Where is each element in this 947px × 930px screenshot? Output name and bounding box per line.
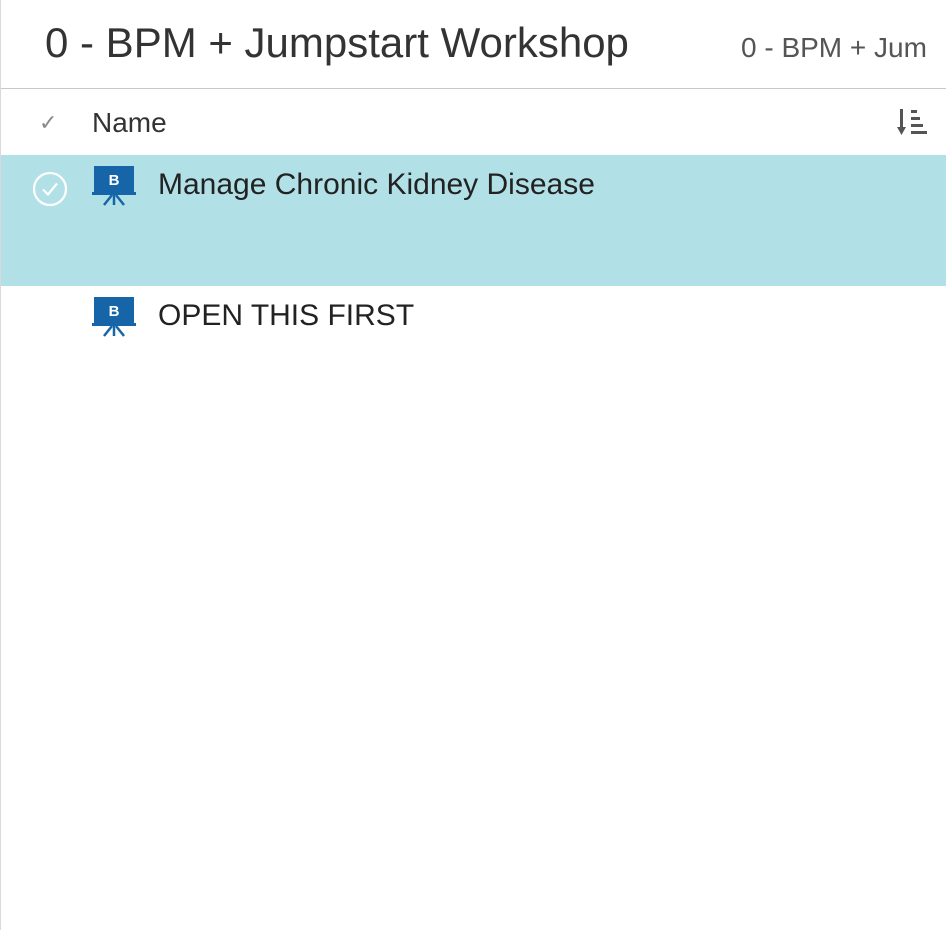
item-name[interactable]: OPEN THIS FIRST <box>158 298 414 334</box>
svg-text:B: B <box>109 172 120 189</box>
page-title: 0 - BPM + Jumpstart Workshop <box>45 19 629 66</box>
title-bar: 0 - BPM + Jumpstart Workshop 0 - BPM + J… <box>1 0 946 89</box>
checkmark-icon[interactable]: ✓ <box>39 111 57 135</box>
presentation-board-icon: B <box>92 297 136 337</box>
svg-text:B: B <box>109 303 120 320</box>
selected-check-icon[interactable] <box>32 171 68 207</box>
list-item[interactable]: B OPEN THIS FIRST <box>1 286 946 356</box>
column-header: ✓ Name <box>1 89 946 155</box>
sort-icon[interactable] <box>897 107 931 139</box>
item-name[interactable]: Manage Chronic Kidney Disease <box>158 167 595 203</box>
breadcrumb[interactable]: 0 - BPM + Jum <box>741 31 927 65</box>
list-item[interactable]: B Manage Chronic Kidney Disease <box>1 155 946 286</box>
name-column-header[interactable]: Name <box>92 107 167 139</box>
presentation-board-icon: B <box>92 166 136 206</box>
content-pane: 0 - BPM + Jumpstart Workshop 0 - BPM + J… <box>0 0 946 930</box>
